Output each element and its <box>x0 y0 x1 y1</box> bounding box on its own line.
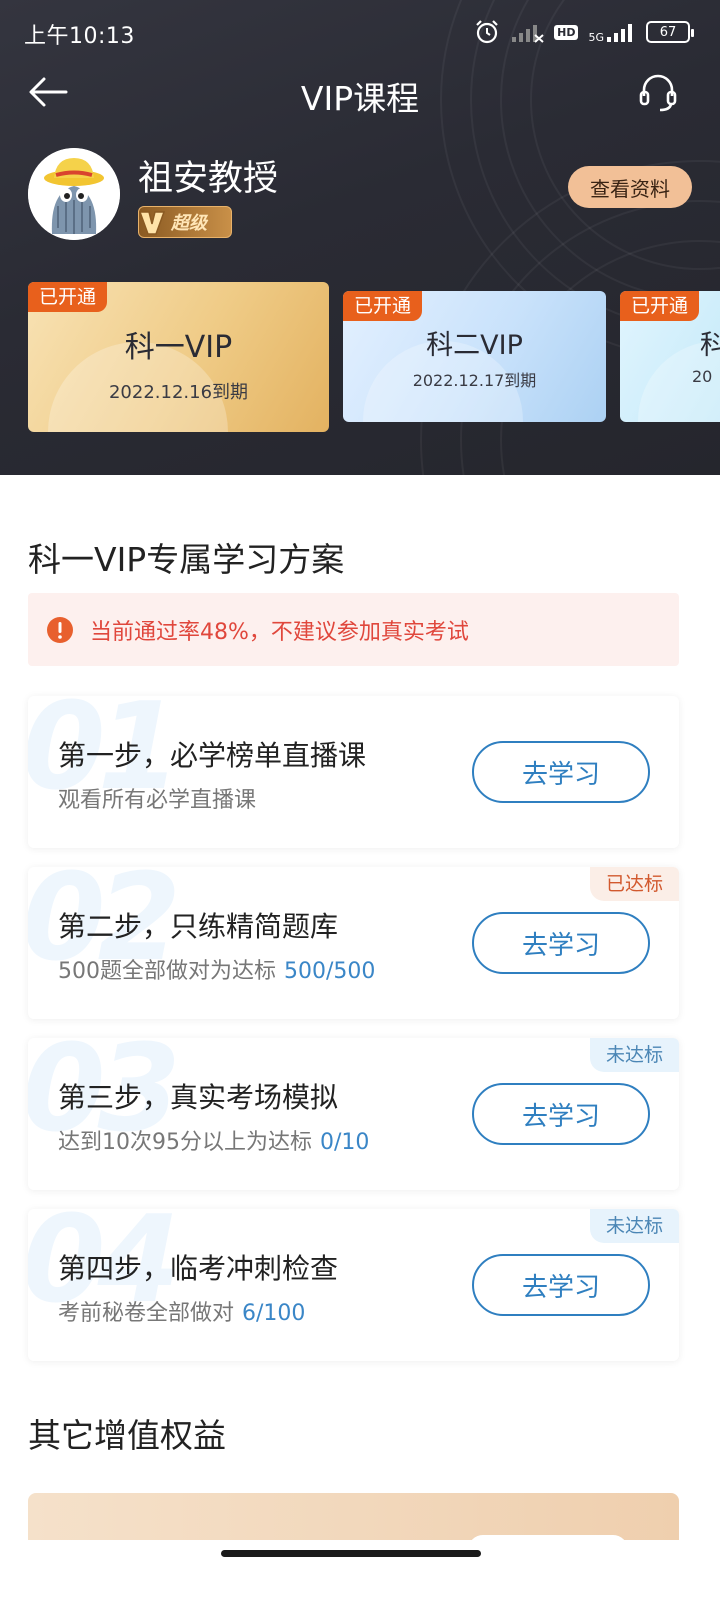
step-title: 第一步，必学榜单直播课 <box>58 739 367 772</box>
card-expiry: 20 <box>692 367 713 386</box>
card-expiry: 2022.12.16到期 <box>108 382 249 403</box>
battery-level: 67 <box>659 24 677 40</box>
step-title: 第四步，临考冲刺检查 <box>58 1252 339 1285</box>
step-title: 第三步，真实考场模拟 <box>58 1081 339 1114</box>
vip-level-badge: 超级 <box>138 206 232 238</box>
step-title: 第二步，只练精简题库 <box>58 910 339 943</box>
step-desc-text: 500题全部做对为达标 <box>58 959 276 984</box>
go-study-button[interactable]: 去学习 <box>472 912 650 974</box>
step-description: 考前秘卷全部做对 6/100 <box>58 1295 305 1327</box>
go-study-button[interactable]: 去学习 <box>472 1254 650 1316</box>
vip-course-page: 上午10:13 HD 5G 67 VIP课程 祖安教授 超级 查看资料 已开通 … <box>0 0 720 1600</box>
vip-level-text: 超级 <box>171 213 207 234</box>
signal-off-icon <box>512 25 544 43</box>
status-icons: HD 5G 67 <box>474 16 694 48</box>
nav-bar: VIP课程 <box>0 64 720 120</box>
battery-icon: 67 <box>646 21 694 43</box>
step-description: 观看所有必学直播课 <box>58 782 256 814</box>
step-status-badge: 已达标 <box>589 867 679 901</box>
headset-icon[interactable] <box>636 70 680 114</box>
hd-icon: HD <box>554 24 579 40</box>
go-study-button[interactable]: 去学习 <box>472 741 650 803</box>
pass-rate-warning: 当前通过率48%，不建议参加真实考试 <box>28 593 679 666</box>
study-step-4: 04 未达标 第四步，临考冲刺检查 考前秘卷全部做对 6/100 去学习 <box>28 1209 679 1361</box>
username: 祖安教授 <box>138 159 279 199</box>
card-expiry: 2022.12.17到期 <box>412 371 537 390</box>
card-status-tag: 已开通 <box>343 291 423 321</box>
warning-icon <box>47 616 73 643</box>
card-title: 科二VIP <box>426 330 523 361</box>
step-progress: 6/100 <box>242 1301 306 1326</box>
home-indicator[interactable] <box>221 1550 481 1557</box>
vip-card-2[interactable]: 已开通 科二VIP 2022.12.17到期 <box>343 291 606 422</box>
profile-section: 祖安教授 超级 查看资料 <box>28 148 692 248</box>
avatar-image <box>28 148 120 240</box>
study-step-2: 02 已达标 第二步，只练精简题库 500题全部做对为达标 500/500 去学习 <box>28 867 679 1019</box>
plan-section-title: 科一VIP专属学习方案 <box>28 540 345 579</box>
status-bar: 上午10:13 HD 5G 67 <box>0 0 720 64</box>
card-status-tag: 已开通 <box>620 291 700 321</box>
step-progress: 500/500 <box>284 959 376 984</box>
step-desc-text: 观看所有必学直播课 <box>58 788 257 813</box>
page-title: VIP课程 <box>300 79 420 118</box>
vip-card-3[interactable]: 已开通 科 20 <box>620 291 720 422</box>
step-status-badge: 未达标 <box>589 1038 679 1072</box>
warning-text: 当前通过率48%，不建议参加真实考试 <box>90 619 469 645</box>
card-status-tag: 已开通 <box>28 282 108 312</box>
network-type: 5G <box>588 31 604 44</box>
status-time: 上午10:13 <box>24 24 135 49</box>
step-desc-text: 达到10次95分以上为达标 <box>58 1130 312 1155</box>
step-description: 500题全部做对为达标 500/500 <box>58 953 375 985</box>
study-step-3: 03 未达标 第三步，真实考场模拟 达到10次95分以上为达标 0/10 去学习 <box>28 1038 679 1190</box>
signal-icon: 5G <box>588 21 636 43</box>
vip-v-icon <box>138 211 166 235</box>
go-study-button[interactable]: 去学习 <box>472 1083 650 1145</box>
step-description: 达到10次95分以上为达标 0/10 <box>58 1124 369 1156</box>
alarm-icon <box>476 20 498 44</box>
avatar[interactable] <box>28 148 120 240</box>
step-status-badge: 未达标 <box>589 1209 679 1243</box>
header-background: 上午10:13 HD 5G 67 VIP课程 祖安教授 超级 查看资料 已开通 … <box>0 0 720 475</box>
card-title: 科一VIP <box>124 330 233 365</box>
view-profile-button[interactable]: 查看资料 <box>568 166 692 208</box>
vip-card-1[interactable]: 已开通 科一VIP 2022.12.16到期 <box>28 282 329 432</box>
benefits-section-title: 其它增值权益 <box>28 1416 226 1455</box>
study-step-1: 01 第一步，必学榜单直播课 观看所有必学直播课 去学习 <box>28 696 679 848</box>
step-progress: 0/10 <box>320 1130 370 1155</box>
card-title: 科 <box>700 330 720 361</box>
step-desc-text: 考前秘卷全部做对 <box>58 1301 235 1326</box>
bottom-bar <box>0 1540 720 1600</box>
